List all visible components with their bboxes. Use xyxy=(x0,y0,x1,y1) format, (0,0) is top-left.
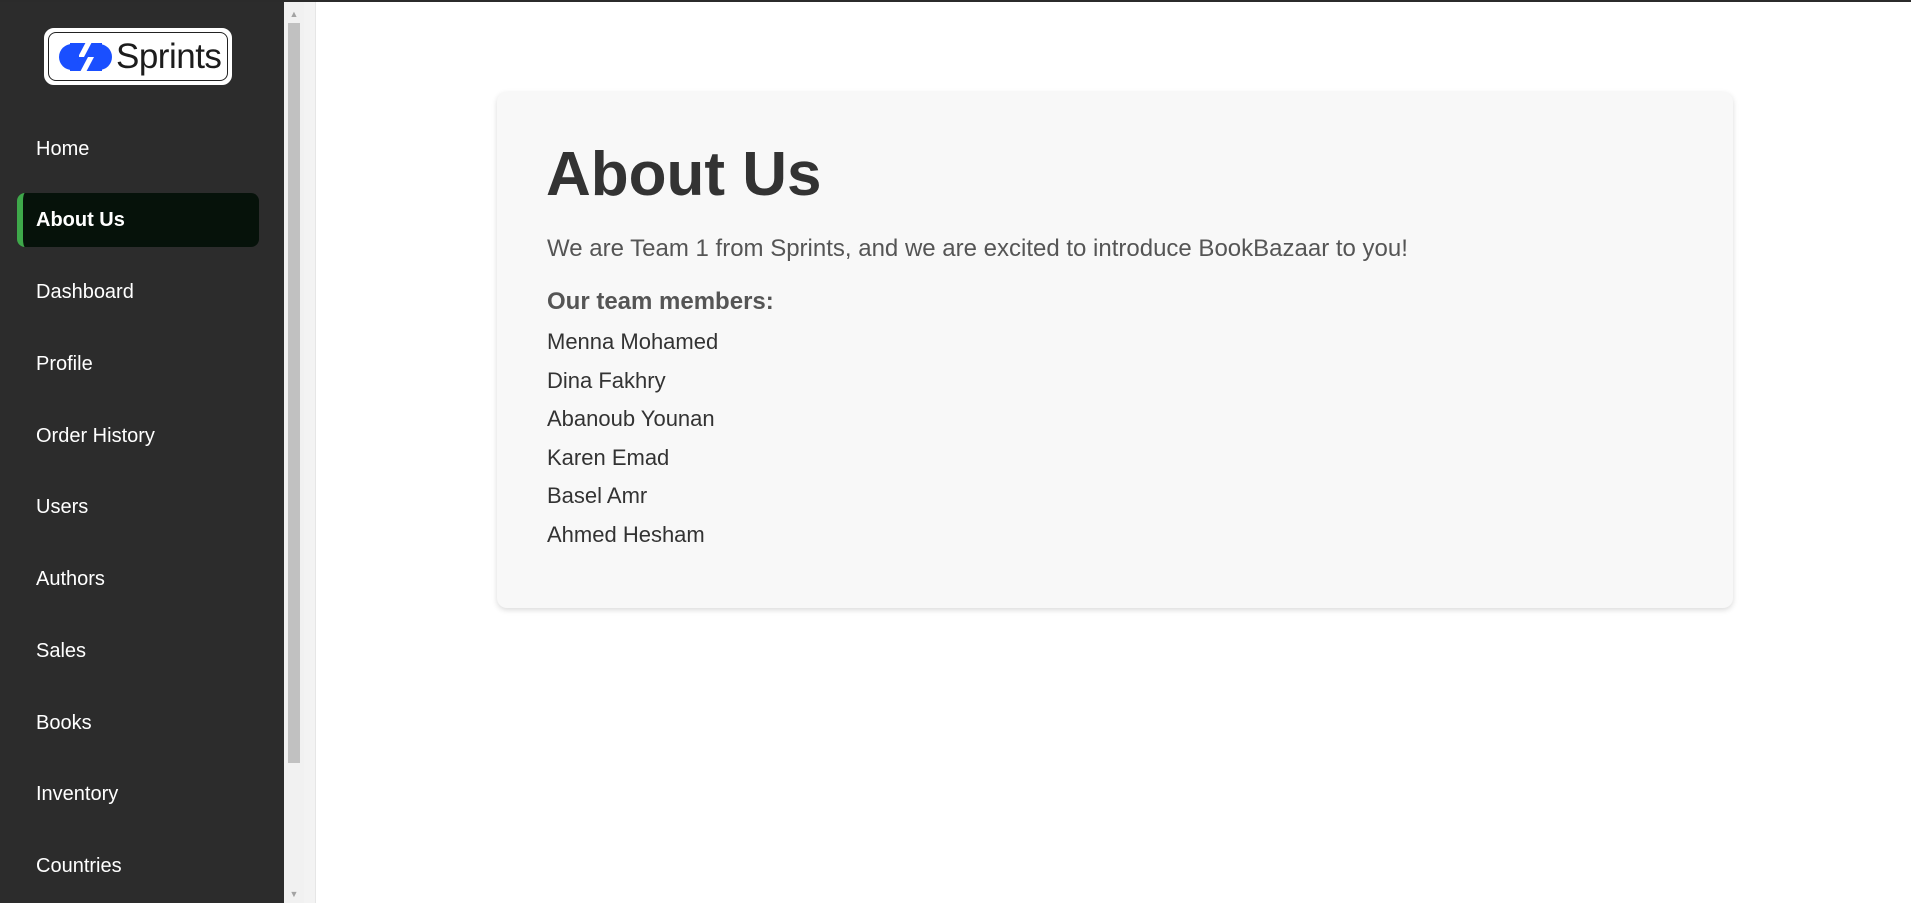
scroll-thumb[interactable] xyxy=(288,23,300,763)
team-member: Karen Emad xyxy=(547,445,670,470)
sidebar-item-order-history[interactable]: Order History xyxy=(17,409,259,463)
sidebar-item-profile[interactable]: Profile xyxy=(17,337,259,391)
logo-frame: Sprints xyxy=(48,32,228,81)
intro-text: We are Team 1 from Sprints, and we are e… xyxy=(547,235,1408,262)
sidebar-item-sales[interactable]: Sales xyxy=(17,624,259,678)
team-member: Ahmed Hesham xyxy=(547,522,705,547)
team-member: Menna Mohamed xyxy=(547,329,719,354)
team-heading: Our team members: xyxy=(547,288,774,315)
sidebar-item-about-us[interactable]: About Us xyxy=(17,193,259,247)
team-member: Basel Amr xyxy=(547,483,648,508)
sidebar-item-inventory[interactable]: Inventory xyxy=(17,767,259,821)
sidebar: Sprints Home About Us Dashboard Profile … xyxy=(0,2,284,903)
about-card: About Us We are Team 1 from Sprints, and… xyxy=(497,92,1733,608)
sprints-logo[interactable]: Sprints xyxy=(44,28,232,85)
logo-wordmark: Sprints xyxy=(116,36,222,76)
sidebar-item-dashboard[interactable]: Dashboard xyxy=(17,265,259,319)
sprints-logo-icon xyxy=(59,39,112,74)
sidebar-item-home[interactable]: Home xyxy=(17,122,259,176)
team-member: Dina Fakhry xyxy=(547,368,666,393)
team-member: Abanoub Younan xyxy=(547,406,715,431)
sidebar-item-books[interactable]: Books xyxy=(17,696,259,750)
sidebar-item-users[interactable]: Users xyxy=(17,480,259,534)
scroll-up-arrow-icon[interactable]: ▲ xyxy=(284,5,304,23)
scroll-down-arrow-icon[interactable]: ▼ xyxy=(284,885,304,903)
sidebar-scrollbar[interactable]: ▲ ▼ xyxy=(284,2,304,903)
content-gutter xyxy=(304,2,316,903)
sidebar-item-authors[interactable]: Authors xyxy=(17,552,259,606)
sidebar-item-countries[interactable]: Countries xyxy=(17,839,259,893)
page-title: About Us xyxy=(546,140,822,209)
